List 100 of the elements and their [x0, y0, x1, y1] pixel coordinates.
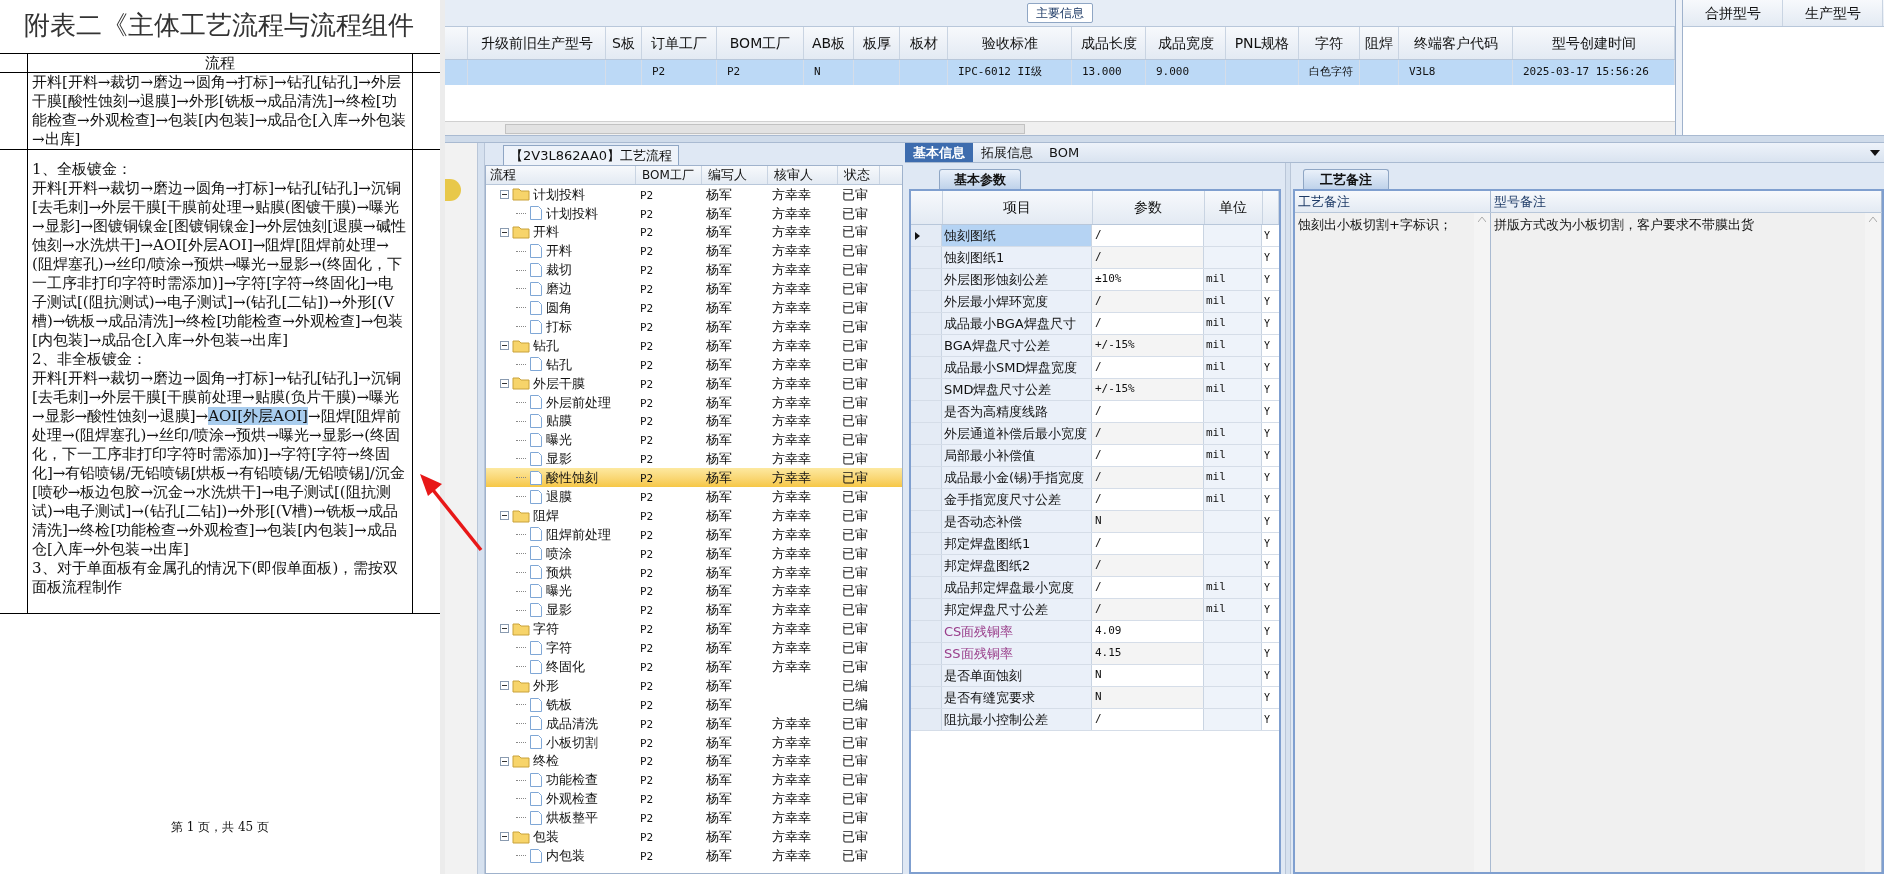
table-row[interactable]: 是否有缝宽要求 N Y [911, 687, 1279, 709]
table-row[interactable]: BGA焊盘尺寸公差 +/-15% mil Y [911, 335, 1279, 357]
tree-node-label[interactable]: 钻孔 [533, 335, 559, 356]
scroll-up-icon[interactable] [1869, 217, 1877, 222]
param-name[interactable]: 是否为高精度线路 [942, 401, 1092, 422]
column-header[interactable]: BOM工厂 [642, 166, 694, 184]
tree-node-label[interactable]: 外层干膜 [533, 373, 585, 394]
tree-node-label[interactable]: 磨边 [546, 279, 572, 299]
param-name[interactable]: SS面残铜率 [942, 643, 1092, 664]
table-row[interactable]: 局部最小补偿值 / mil Y [911, 445, 1279, 467]
tree-node-label[interactable]: 酸性蚀刻 [546, 468, 598, 488]
column-header[interactable]: 核审人 [774, 166, 813, 185]
column-header[interactable]: 板厚 [862, 32, 891, 54]
tree-node-label[interactable]: 钻孔 [546, 354, 572, 375]
param-name[interactable]: CS面残铜率 [942, 621, 1092, 642]
column-header[interactable]: AB板 [811, 32, 846, 54]
param-name[interactable]: BGA焊盘尺寸公差 [942, 335, 1092, 356]
column-header[interactable]: 型号创建时间 [1551, 32, 1636, 54]
tree-node-label[interactable]: 曝光 [546, 430, 572, 450]
param-name[interactable]: 成品最小SMD焊盘宽度 [942, 357, 1092, 378]
column-header[interactable]: 参数 [1134, 197, 1163, 218]
tree-row[interactable]: 酸性蚀刻 P2 杨军 方幸幸 已审 [486, 468, 902, 488]
tree-node-label[interactable]: 裁切 [546, 260, 572, 280]
tab[interactable]: 拓展信息 [973, 143, 1041, 162]
table-row[interactable]: CS面残铜率 4.09 Y [911, 621, 1279, 643]
param-name[interactable]: 阻抗最小控制公差 [942, 709, 1092, 730]
tree-node-label[interactable]: 小板切割 [546, 732, 598, 753]
column-header[interactable]: 成品长度 [1080, 32, 1137, 54]
tree-node-label[interactable]: 圆角 [546, 298, 572, 318]
param-name[interactable]: 邦定焊盘图纸2 [942, 555, 1092, 576]
table-row[interactable]: P2 P2 N IPC-6012 II级 13.000 9.000 白色字符 V3L8 2025-03-17 15:56:26 [445, 60, 1675, 85]
table-row[interactable]: SMD焊盘尺寸公差 +/-15% mil Y [911, 379, 1279, 401]
table-row[interactable]: 邦定焊盘图纸1 / Y [911, 533, 1279, 555]
table-row[interactable]: 外层通道补偿后最小宽度 / mil Y [911, 423, 1279, 445]
tree-node-label[interactable]: 外层前处理 [546, 392, 611, 412]
tree-node-label[interactable]: 打标 [546, 316, 572, 337]
tree-node-label[interactable]: 铣板 [546, 694, 572, 715]
param-name[interactable]: 蚀刻图纸 [942, 225, 1092, 246]
param-name[interactable]: 邦定焊盘尺寸公差 [942, 599, 1092, 620]
table-row[interactable]: 邦定焊盘图纸2 / Y [911, 555, 1279, 577]
tree-node-label[interactable]: 字符 [533, 619, 559, 639]
row-header[interactable] [911, 225, 942, 246]
column-header[interactable]: 终端客户代码 [1413, 32, 1498, 54]
tree-node-label[interactable]: 喷涂 [546, 543, 572, 564]
collapse-icon[interactable] [500, 832, 509, 842]
tree-node-label[interactable]: 预烘 [546, 562, 572, 582]
column-header[interactable]: 合拼型号 [1704, 2, 1761, 24]
tree-node-label[interactable]: 功能检查 [546, 770, 598, 790]
column-header[interactable]: 编写人 [708, 166, 747, 185]
collapse-icon[interactable] [500, 624, 509, 634]
tree-node-label[interactable]: 计划投料 [546, 203, 598, 224]
column-header[interactable]: 验收标准 [981, 32, 1038, 54]
column-header[interactable]: 生产型号 [1804, 2, 1861, 24]
scroll-up-icon[interactable] [1478, 217, 1486, 222]
collapse-icon[interactable] [500, 189, 509, 199]
panel-tab[interactable]: 工艺备注 [1303, 168, 1389, 189]
column-header[interactable]: 工艺备注 [1298, 191, 1350, 212]
tree-node-label[interactable]: 阻焊前处理 [546, 524, 611, 545]
table-row[interactable]: 是否动态补偿 N Y [911, 511, 1279, 533]
table-row[interactable]: 蚀刻图纸 / Y [911, 225, 1279, 247]
collapse-icon[interactable] [500, 341, 509, 351]
table-row[interactable]: 成品最小BGA焊盘尺寸 / mil Y [911, 313, 1279, 335]
column-header[interactable]: 流程 [490, 166, 516, 185]
column-header[interactable]: BOM工厂 [729, 32, 791, 54]
param-name[interactable]: 成品最小金(锡)手指宽度 [942, 467, 1092, 488]
table-row[interactable]: 阻抗最小控制公差 / Y [911, 709, 1279, 731]
tree-node-label[interactable]: 内包装 [546, 845, 585, 866]
column-header[interactable]: 订单工厂 [651, 32, 707, 54]
tree-node-label[interactable]: 显影 [546, 600, 572, 620]
column-header[interactable]: 成品宽度 [1157, 32, 1214, 54]
collapse-icon[interactable] [500, 378, 509, 388]
table-row[interactable]: 金手指宽度尺寸公差 / mil Y [911, 489, 1279, 511]
table-row[interactable]: SS面残铜率 4.15 Y [911, 643, 1279, 665]
tree-node-label[interactable]: 开料 [546, 241, 572, 261]
column-header[interactable]: 阻焊 [1365, 32, 1393, 54]
collapse-icon[interactable] [500, 511, 509, 521]
collapse-icon[interactable] [500, 681, 509, 691]
column-header[interactable]: 项目 [1003, 197, 1032, 218]
table-row[interactable]: 外层最小焊环宽度 / mil Y [911, 291, 1279, 313]
dropdown-caret-icon[interactable] [1870, 149, 1880, 156]
param-name[interactable]: 局部最小补偿值 [942, 445, 1092, 466]
tree-node-label[interactable]: 包装 [533, 827, 559, 847]
tree-node-label[interactable]: 贴膜 [546, 411, 572, 431]
param-name[interactable]: 成品邦定焊盘最小宽度 [942, 577, 1092, 598]
tree-node-label[interactable]: 曝光 [546, 581, 572, 601]
param-name[interactable]: 蚀刻图纸1 [942, 247, 1092, 268]
tree-node-label[interactable]: 开料 [533, 222, 559, 242]
tree-node-label[interactable]: 外形 [533, 675, 559, 696]
tree-node-label[interactable]: 字符 [546, 638, 572, 658]
collapse-icon[interactable] [500, 756, 509, 766]
table-row[interactable]: 是否单面蚀刻 N Y [911, 665, 1279, 687]
column-header[interactable]: 升级前旧生产型号 [480, 32, 593, 54]
column-header[interactable]: 字符 [1315, 32, 1343, 54]
table-row[interactable]: 是否为高精度线路 / Y [911, 401, 1279, 423]
param-name[interactable]: 是否单面蚀刻 [942, 665, 1092, 686]
tab[interactable]: 基本信息 [905, 143, 973, 162]
tree-node-label[interactable]: 阻焊 [533, 505, 559, 526]
panel-tab[interactable]: 基本参数 [939, 168, 1021, 189]
table-row[interactable]: 邦定焊盘尺寸公差 / mil Y [911, 599, 1279, 621]
param-name[interactable]: SMD焊盘尺寸公差 [942, 379, 1092, 400]
